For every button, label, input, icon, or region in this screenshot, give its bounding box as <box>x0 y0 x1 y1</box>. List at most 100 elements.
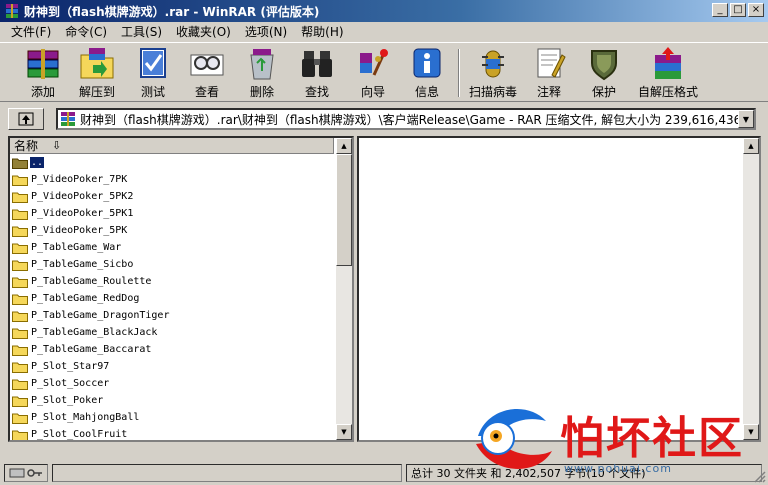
vertical-scrollbar[interactable]: ▲ ▼ <box>336 138 352 440</box>
right-scroll-up-button[interactable]: ▲ <box>743 138 759 154</box>
folder-icon <box>12 277 28 288</box>
folder-name: P_TableGame_BlackJack <box>31 327 158 338</box>
protect-label: 保护 <box>591 85 616 99</box>
books-add-icon <box>27 49 59 79</box>
path-dropdown-button[interactable]: ▼ <box>738 110 754 128</box>
folder-name: P_TableGame_War <box>31 242 122 253</box>
folder-icon <box>12 396 28 407</box>
sfx-button[interactable]: 自解压格式 <box>636 45 700 101</box>
fish-logo-icon <box>476 409 552 469</box>
folder-name: P_Slot_CoolFruit <box>31 429 128 440</box>
file-list: .. P_VideoPoker_7PK P_VideoPoker_5PK2 P_Vid… <box>10 154 336 440</box>
scroll-down-button[interactable]: ▼ <box>336 424 352 440</box>
virus-scan-button[interactable]: 扫描病毒 <box>462 45 524 101</box>
folder-name: P_VideoPoker_5PK2 <box>31 191 134 202</box>
delete-label: 删除 <box>249 85 274 99</box>
folder-row[interactable]: P_TableGame_DragonTiger <box>10 307 336 324</box>
sfx-label: 自解压格式 <box>637 85 698 99</box>
add-button[interactable]: 添加 <box>12 45 74 101</box>
folder-icon <box>12 345 28 356</box>
folder-row[interactable]: P_Slot_Soccer <box>10 375 336 392</box>
test-button[interactable]: 测试 <box>122 45 184 101</box>
menu-options[interactable]: 选项(N) <box>238 23 294 40</box>
file-list-pane[interactable]: 名称 ⇩ .. P_VideoPoker_7PK P_VideoPoker_5PK2… <box>8 136 354 442</box>
up-folder-button[interactable] <box>8 108 44 130</box>
shield-icon <box>591 50 617 81</box>
sort-down-icon: ⇩ <box>52 139 62 152</box>
folder-icon <box>12 260 28 271</box>
folder-icon <box>12 379 28 390</box>
folder-row[interactable]: P_VideoPoker_5PK2 <box>10 188 336 205</box>
parent-folder-row[interactable]: .. <box>10 154 336 171</box>
folder-icon <box>12 243 28 254</box>
toolbar: 添加 解压到 测试 查看 删除 查找 向导 信息 扫描病毒 注释 保护 自解压格… <box>0 42 768 102</box>
extract-to-label: 解压到 <box>78 85 115 99</box>
menu-favorites[interactable]: 收藏夹(O) <box>169 23 238 40</box>
close-button[interactable]: × <box>748 3 764 17</box>
folder-row[interactable]: P_TableGame_Roulette <box>10 273 336 290</box>
extract-to-button[interactable]: 解压到 <box>66 45 128 101</box>
view-button[interactable]: 查看 <box>176 45 238 101</box>
folder-name: P_TableGame_DragonTiger <box>31 310 170 321</box>
name-column-header[interactable]: 名称 ⇩ <box>10 138 334 154</box>
path-combobox[interactable]: 财神到（flash棋牌游戏）.rar\财神到（flash棋牌游戏）\客户端Rel… <box>56 108 756 130</box>
comment-icon <box>537 48 566 78</box>
up-arrow-icon <box>18 112 34 126</box>
find-button[interactable]: 查找 <box>286 45 348 101</box>
folder-icon <box>12 192 28 203</box>
folder-row[interactable]: P_VideoPoker_5PK1 <box>10 205 336 222</box>
folder-icon <box>12 158 28 169</box>
view-glasses-icon <box>190 54 224 76</box>
menu-tools[interactable]: 工具(S) <box>114 23 169 40</box>
folder-row[interactable]: P_Slot_CoolFruit <box>10 426 336 440</box>
folder-row[interactable]: P_TableGame_War <box>10 239 336 256</box>
info-icon <box>413 48 441 78</box>
folder-row[interactable]: P_TableGame_Sicbo <box>10 256 336 273</box>
menu-commands[interactable]: 命令(C) <box>58 23 114 40</box>
info-button[interactable]: 信息 <box>396 45 458 101</box>
scroll-up-button[interactable]: ▲ <box>336 138 352 154</box>
folder-name: P_TableGame_Sicbo <box>31 259 134 270</box>
delete-button[interactable]: 删除 <box>231 45 293 101</box>
maximize-button[interactable]: □ <box>730 3 746 17</box>
menu-file[interactable]: 文件(F) <box>4 23 58 40</box>
folder-row[interactable]: P_VideoPoker_5PK <box>10 222 336 239</box>
address-bar: 财神到（flash棋牌游戏）.rar\财神到（flash棋牌游戏）\客户端Rel… <box>0 105 768 133</box>
folder-row[interactable]: P_Slot_Poker <box>10 392 336 409</box>
folder-row[interactable]: P_Slot_Star97 <box>10 358 336 375</box>
toolbar-separator <box>458 49 460 97</box>
folder-name: P_VideoPoker_5PK1 <box>31 208 134 219</box>
drive-key-icon <box>9 468 42 478</box>
sfx-icon <box>655 47 681 79</box>
menu-help[interactable]: 帮助(H) <box>294 23 350 40</box>
folder-name: P_TableGame_Roulette <box>31 276 152 287</box>
folder-name: P_Slot_Star97 <box>31 361 110 372</box>
folder-icon <box>12 209 28 220</box>
folder-icon <box>12 294 28 305</box>
folder-name: P_VideoPoker_5PK <box>31 225 128 236</box>
folder-icon <box>12 430 28 440</box>
binoculars-icon <box>302 51 332 77</box>
wizard-label: 向导 <box>360 85 385 99</box>
right-vertical-scrollbar[interactable]: ▲ ▼ <box>743 138 759 440</box>
comment-button[interactable]: 注释 <box>518 45 580 101</box>
folder-name: P_Slot_MahjongBall <box>31 412 140 423</box>
folder-row[interactable]: P_TableGame_RedDog <box>10 290 336 307</box>
wizard-icon <box>360 49 388 76</box>
folder-row[interactable]: P_Slot_MahjongBall <box>10 409 336 426</box>
folder-row[interactable]: P_VideoPoker_7PK <box>10 171 336 188</box>
add-label: 添加 <box>30 85 55 99</box>
status-selection-panel <box>52 464 402 482</box>
title-bar[interactable]: 财神到（flash棋牌游戏）.rar - WinRAR (评估版本) _ □ × <box>0 0 768 22</box>
folder-row[interactable]: P_TableGame_Baccarat <box>10 341 336 358</box>
folder-icon <box>12 362 28 373</box>
protect-button[interactable]: 保护 <box>573 45 635 101</box>
virus-scan-icon <box>482 50 504 78</box>
minimize-button[interactable]: _ <box>712 3 728 17</box>
watermark-url: www.pohuai.com <box>564 462 672 475</box>
folder-row[interactable]: P_TableGame_BlackJack <box>10 324 336 341</box>
scrollbar-thumb[interactable] <box>336 154 352 266</box>
watermark-text: 怕坏社区 <box>560 413 744 464</box>
wizard-button[interactable]: 向导 <box>342 45 404 101</box>
comment-label: 注释 <box>536 85 561 99</box>
